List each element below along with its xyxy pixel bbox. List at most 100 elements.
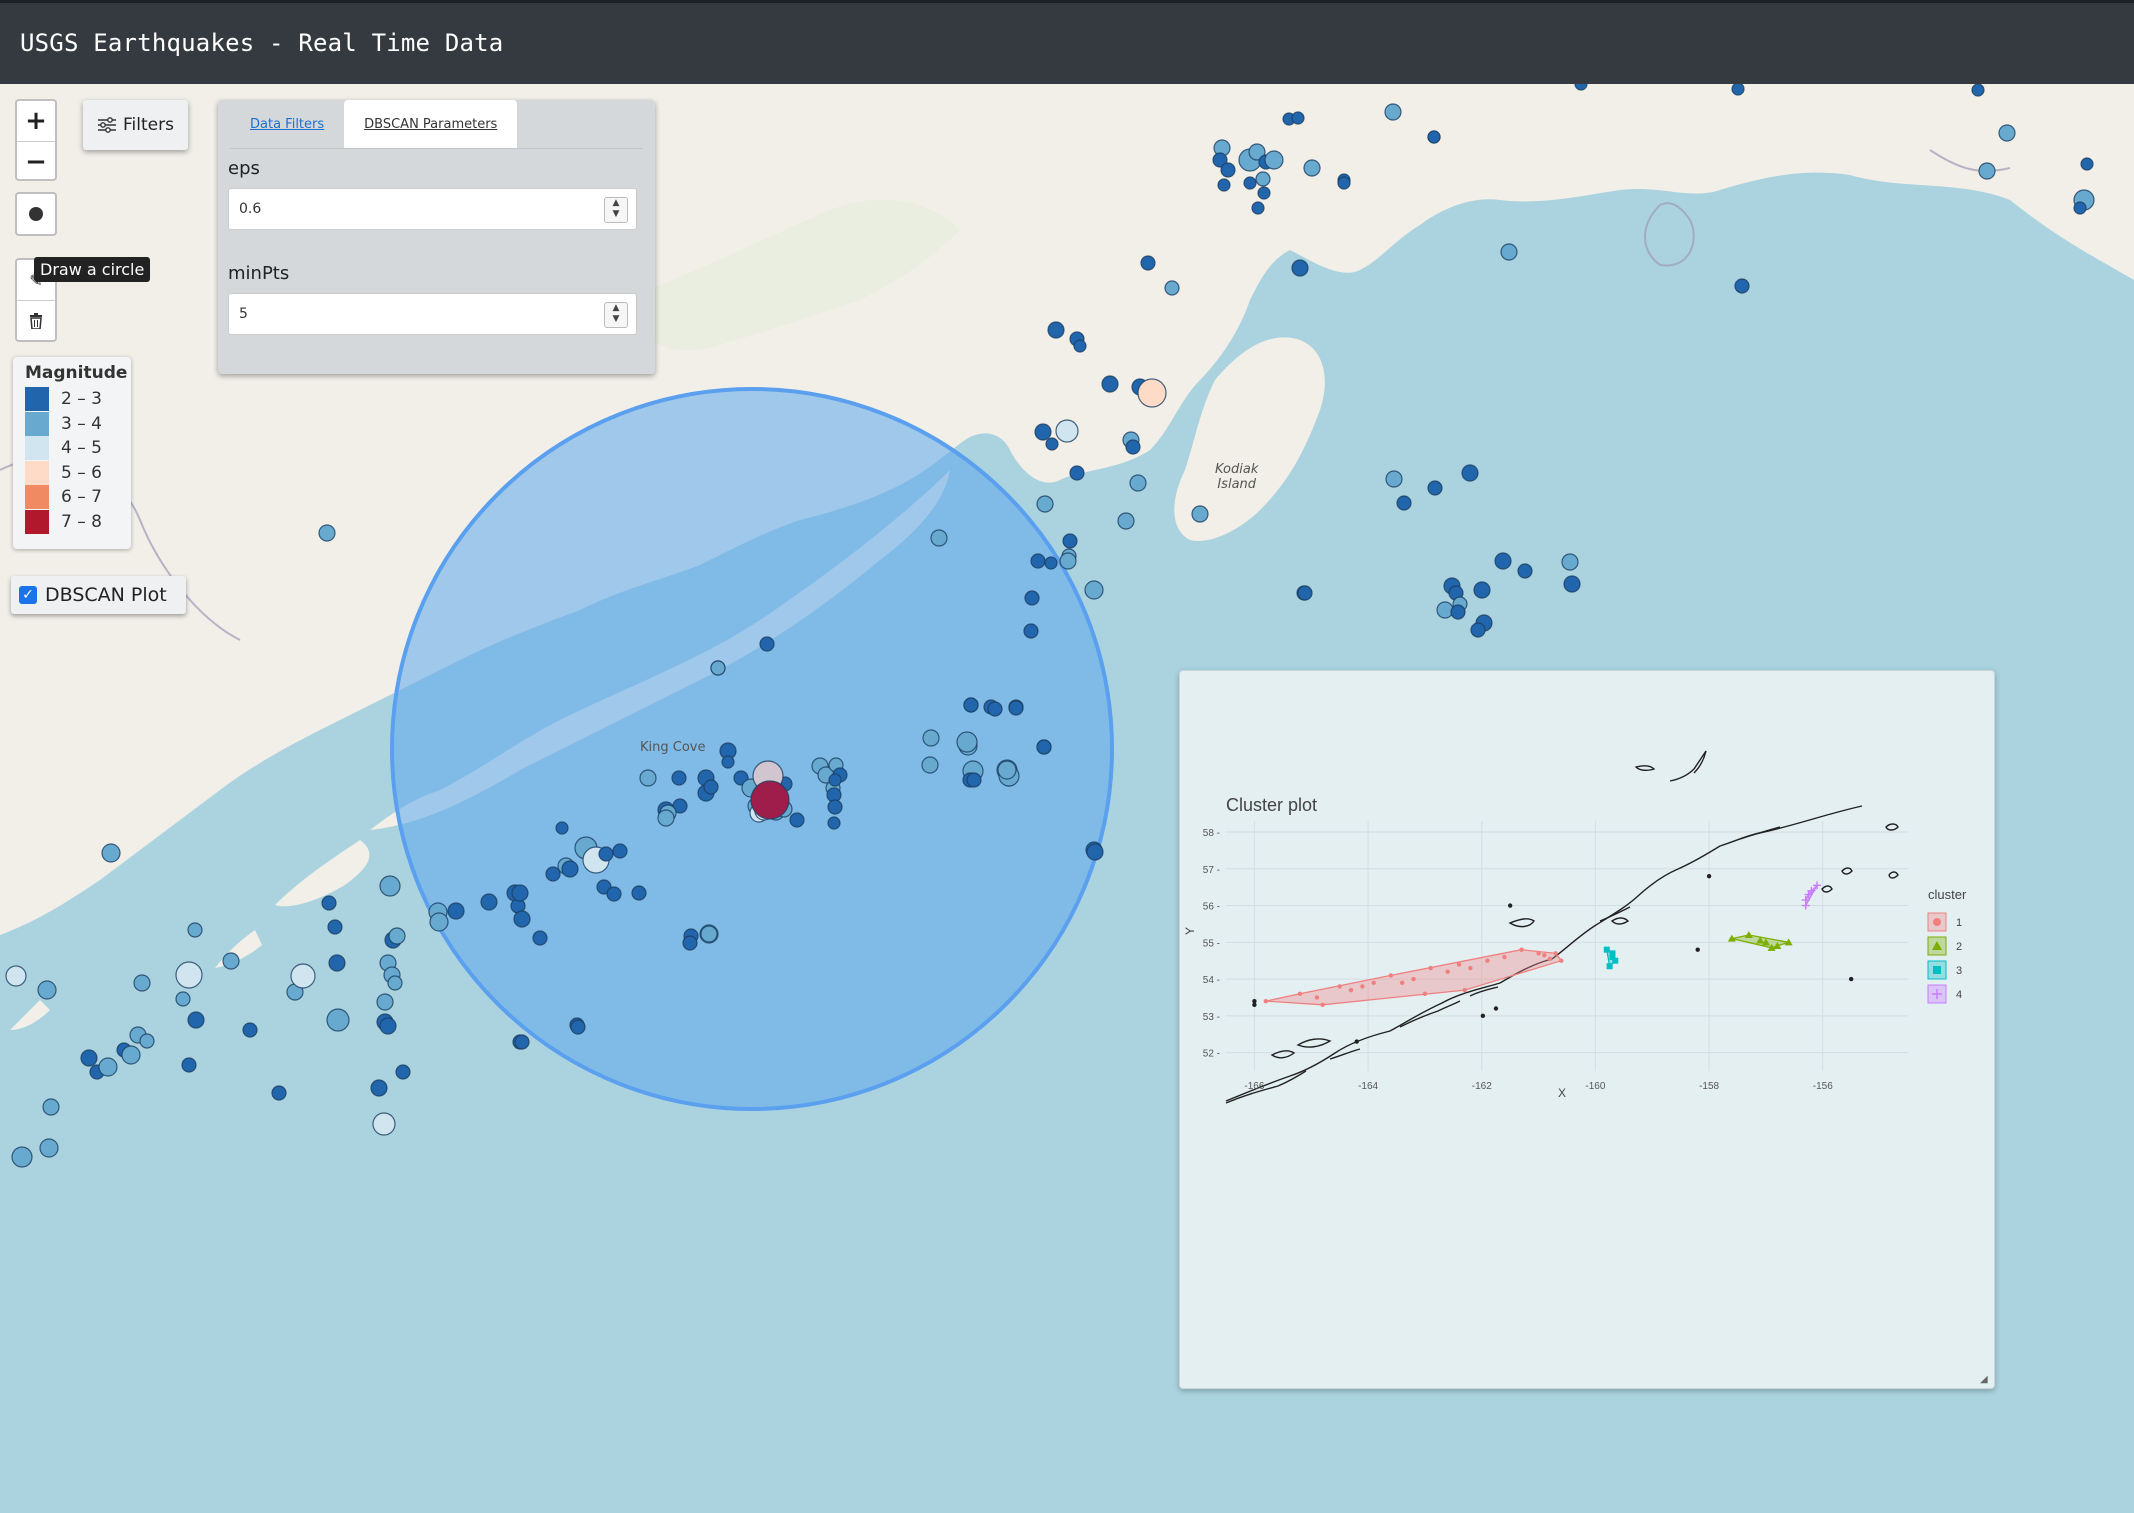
data-point [1744, 930, 1753, 938]
data-point [1519, 947, 1524, 952]
legend-item: 3 – 4 [25, 411, 119, 437]
data-point [1536, 951, 1541, 956]
data-point [1547, 956, 1553, 962]
y-tick-label: 58 - [1203, 828, 1220, 839]
resize-handle[interactable]: ◢ [1980, 1374, 1990, 1385]
tab-dbscan-parameters[interactable]: DBSCAN Parameters [344, 100, 518, 148]
circle-icon [29, 207, 43, 221]
zoom-in-button[interactable]: + [17, 101, 55, 141]
y-tick-label: 55 - [1203, 938, 1220, 949]
magnitude-legend: Magnitude 2 – 3 3 – 4 4 – 5 5 – 6 6 – 7 7 – 8 [13, 357, 131, 549]
place-label-king-cove: King Cove [640, 740, 706, 755]
draw-circle-button[interactable] [15, 192, 57, 236]
data-point [1314, 995, 1320, 1000]
data-point [1399, 980, 1405, 985]
sliders-icon [98, 117, 117, 133]
data-point [1456, 962, 1462, 967]
eps-stepper[interactable]: ▲ ▼ [604, 197, 628, 223]
x-tick-label: -166 [1244, 1081, 1264, 1092]
legend-swatch [25, 509, 49, 534]
panel-tabs: Data Filters DBSCAN Parameters [230, 100, 518, 148]
legend-item-label: 2 – 3 [61, 389, 102, 410]
noise-point [1706, 873, 1712, 879]
delete-layers-button[interactable] [17, 300, 55, 341]
cluster-plot: Cluster plot -166 -164 -162 -160 -158 -1… [1183, 750, 1967, 1104]
y-axis-label: Y [1183, 927, 1197, 935]
legend-item: 4 – 5 [25, 436, 119, 461]
legend-swatch [25, 460, 49, 485]
y-tick-label: 54 - [1203, 975, 1220, 986]
data-point [1411, 976, 1416, 982]
legend-swatch [25, 387, 49, 412]
tab-data-filters[interactable]: Data Filters [230, 100, 344, 148]
noise-point [1252, 998, 1257, 1004]
legend-swatch [25, 411, 49, 436]
x-tick-label: -162 [1472, 1081, 1492, 1092]
cluster-legend-label: 2 [1956, 941, 1962, 953]
coastline [1225, 750, 1899, 1104]
legend-item: 2 – 3 [25, 387, 119, 412]
plot-title: Cluster plot [1226, 795, 1317, 815]
noise-point [1493, 1006, 1499, 1011]
legend-item: 7 – 8 [25, 509, 119, 535]
data-point [1485, 958, 1490, 963]
data-point [1553, 951, 1558, 956]
x-tick-label: -160 [1585, 1081, 1605, 1092]
filter-panel: Data Filters DBSCAN Parameters eps 0.6 ▲… [218, 100, 655, 374]
cluster-plot-panel[interactable]: Cluster plot -166 -164 -162 -160 -158 -1… [1179, 670, 1995, 1389]
data-point [1348, 987, 1354, 993]
legend-swatch [25, 485, 49, 510]
eps-value: 0.6 [239, 201, 262, 217]
cluster-legend-marker [1933, 918, 1941, 926]
noise-point [1480, 1013, 1486, 1019]
data-point [1371, 980, 1376, 985]
data-point [1428, 965, 1433, 971]
cluster-legend-label: 4 [1956, 989, 1962, 1001]
dbscan-plot-toggle[interactable]: ✓ DBSCAN Plot [11, 576, 186, 614]
data-point [1559, 958, 1564, 963]
zoom-control: + − [15, 99, 57, 181]
data-point [1320, 1002, 1325, 1008]
x-tick-label: -156 [1813, 1081, 1833, 1092]
y-tick-label: 53 - [1203, 1012, 1220, 1023]
data-point [1445, 969, 1450, 974]
data-point [1462, 987, 1467, 993]
data-point [1609, 950, 1616, 957]
data-point [1297, 991, 1303, 996]
data-point [1542, 952, 1547, 958]
legend-item: 5 – 6 [25, 460, 119, 486]
noise-point [1695, 947, 1700, 952]
cluster-legend-label: 3 [1956, 965, 1962, 977]
data-point [1612, 957, 1619, 964]
filters-label: Filters [123, 115, 174, 135]
trash-icon [30, 313, 42, 329]
x-tick-label: -164 [1358, 1081, 1378, 1092]
y-tick-label: 52 - [1203, 1049, 1220, 1060]
legend-item-label: 4 – 5 [61, 438, 102, 459]
dbscan-checkbox[interactable]: ✓ [19, 586, 37, 604]
x-axis-label: X [1558, 1086, 1566, 1100]
y-tick-label: 57 - [1203, 865, 1220, 876]
data-point [1360, 984, 1365, 989]
legend-swatch [25, 436, 49, 461]
data-point [1606, 963, 1613, 970]
app-header: USGS Earthquakes - Real Time Data [0, 0, 2134, 84]
data-point [1388, 973, 1394, 978]
legend-item-label: 5 – 6 [61, 462, 102, 483]
legend-item-label: 3 – 4 [61, 413, 102, 434]
page-title: USGS Earthquakes - Real Time Data [20, 29, 504, 57]
eps-label: eps [228, 158, 260, 179]
minpts-stepper[interactable]: ▲ ▼ [604, 302, 628, 328]
legend-item-label: 7 – 8 [61, 511, 102, 532]
filters-button[interactable]: Filters [83, 100, 188, 150]
cluster-legend-title: cluster [1928, 887, 1967, 902]
noise-point [1354, 1039, 1359, 1044]
map-view[interactable]: King Cove Kodiak Island + − ✎ Draw a cir… [0, 84, 2134, 1513]
zoom-out-button[interactable]: − [17, 141, 55, 182]
minpts-input[interactable]: 5 ▲ ▼ [228, 293, 637, 335]
x-tick-label: -158 [1699, 1081, 1719, 1092]
dbscan-toggle-label: DBSCAN Plot [45, 584, 167, 606]
cluster-hulls [1265, 884, 1818, 1006]
legend-title: Magnitude [25, 363, 128, 383]
eps-input[interactable]: 0.6 ▲ ▼ [228, 188, 637, 230]
